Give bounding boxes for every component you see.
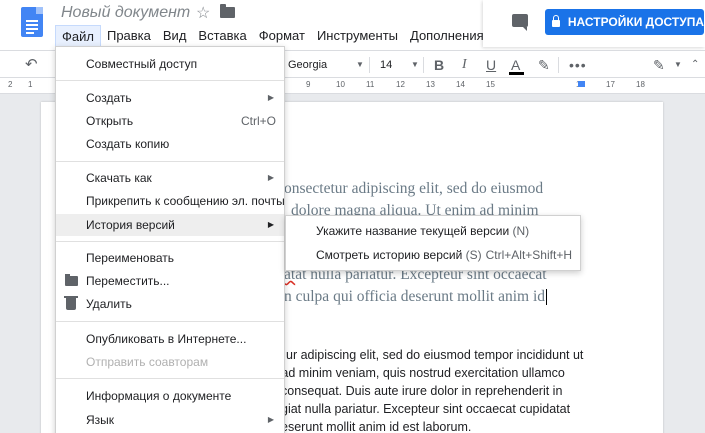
header: Новый документ ☆ Файл Правка Вид Вставка… [0, 0, 705, 50]
submenu-item-view-history[interactable]: Смотреть историю версий (S) Ctrl+Alt+Shi… [286, 243, 580, 267]
arrow-right-icon: ▶ [267, 220, 274, 229]
menu-file[interactable]: Файл [55, 25, 101, 47]
caret-down-icon[interactable]: ▼ [356, 51, 364, 79]
text-cursor [546, 289, 548, 306]
caret-down-icon[interactable]: ▼ [674, 51, 682, 79]
menu-item-open[interactable]: Открыть Ctrl+O [56, 110, 284, 132]
lock-icon [552, 15, 560, 27]
menu-item-share[interactable]: Совместный доступ [56, 53, 284, 75]
menu-item-copy[interactable]: Создать копию [56, 133, 284, 155]
font-size-select[interactable]: 14 [380, 51, 392, 79]
share-label: НАСТРОЙКИ ДОСТУПА [567, 15, 704, 29]
undo-icon[interactable]: ↶ [25, 51, 38, 79]
menu-item-delete[interactable]: Удалить [56, 293, 284, 315]
menu-tools[interactable]: Инструменты [311, 25, 404, 47]
menu-item-publish[interactable]: Опубликовать в Интернете... [56, 328, 284, 350]
menubar: Файл Правка Вид Вставка Формат Инструмен… [55, 25, 511, 47]
ruler-label: 11 [366, 80, 375, 89]
menu-item-rename[interactable]: Переименовать [56, 247, 284, 269]
bold-button[interactable]: B [434, 51, 444, 79]
right-indent-marker[interactable] [578, 81, 585, 87]
menu-insert[interactable]: Вставка [192, 25, 252, 47]
ruler-label: 12 [396, 80, 405, 89]
text-line: giat nulla pariatur. Excepteur sint occa… [281, 402, 571, 416]
menu-addons[interactable]: Дополнения [404, 25, 490, 47]
file-menu: Совместный доступ Создать ▶ Открыть Ctrl+O… [55, 46, 285, 433]
text-line: ur adipiscing elit, sed do eiusmod tempo… [286, 348, 584, 362]
ruler-label: 15 [486, 80, 495, 89]
menu-item-version-history[interactable]: История версий ▶ [56, 214, 284, 236]
menu-view[interactable]: Вид [157, 25, 193, 47]
ruler-label: 17 [606, 80, 615, 89]
underline-button[interactable]: U [486, 51, 496, 79]
text-line: onsectetur adipiscing elit, sed do eiusm… [284, 180, 544, 197]
doc-title[interactable]: Новый документ [61, 4, 190, 22]
font-select[interactable]: Georgia [288, 51, 327, 79]
folder-icon[interactable] [220, 4, 235, 18]
ruler-label: 9 [306, 80, 311, 89]
highlight-icon[interactable]: ✎ [538, 51, 550, 79]
menu-item-doc-info[interactable]: Информация о документе [56, 385, 284, 407]
menu-item-language[interactable]: Язык ▶ [56, 409, 284, 431]
text-line: n ad minim veniam, quis nostrud exercita… [271, 366, 565, 380]
text-line: consequat. Duis aute irure dolor in repr… [281, 384, 563, 398]
trash-icon [64, 296, 78, 310]
version-history-submenu: Укажите название текущей версии (N) Смот… [285, 215, 581, 271]
italic-button[interactable]: I [462, 51, 467, 79]
menu-item-download[interactable]: Скачать как ▶ [56, 167, 284, 189]
ruler-label: 13 [426, 80, 435, 89]
chevron-up-icon[interactable]: ⌃ [691, 51, 699, 79]
menu-format[interactable]: Формат [253, 25, 311, 47]
comment-icon[interactable] [512, 14, 528, 31]
text-color-bar [509, 72, 524, 75]
more-icon[interactable]: ••• [569, 51, 587, 79]
ruler-label: 2 [8, 80, 13, 89]
header-actions: НАСТРОЙКИ ДОСТУПА [483, 0, 705, 47]
arrow-right-icon: ▶ [267, 93, 274, 102]
ruler-label: 14 [456, 80, 465, 89]
menu-item-email[interactable]: Прикрепить к сообщению эл. почты [56, 190, 285, 212]
folder-icon [65, 274, 78, 286]
arrow-right-icon: ▶ [267, 415, 274, 424]
pen-icon[interactable]: ✎ [653, 51, 665, 79]
text-line: n culpa qui officia deserunt mollit anim… [284, 288, 548, 306]
caret-down-icon[interactable]: ▼ [411, 51, 419, 79]
google-docs-window: Новый документ ☆ Файл Правка Вид Вставка… [0, 0, 705, 433]
star-icon[interactable]: ☆ [196, 3, 210, 23]
arrow-right-icon: ▶ [267, 173, 274, 182]
menu-item-create[interactable]: Создать ▶ [56, 87, 284, 109]
docs-logo-icon[interactable] [21, 7, 43, 37]
ruler-label: 10 [336, 80, 345, 89]
text-line: eserunt mollit anim id est laborum. [281, 420, 472, 433]
menu-item-send-collaborators: Отправить соавторам [86, 355, 209, 369]
menu-edit[interactable]: Правка [101, 25, 157, 47]
menu-item-move[interactable]: Переместить... [56, 270, 284, 292]
ruler-label: 1 [28, 80, 33, 89]
ruler-label: 18 [636, 80, 645, 89]
share-button[interactable]: НАСТРОЙКИ ДОСТУПА [545, 9, 704, 35]
submenu-item-name-version[interactable]: Укажите название текущей версии (N) [286, 219, 580, 243]
